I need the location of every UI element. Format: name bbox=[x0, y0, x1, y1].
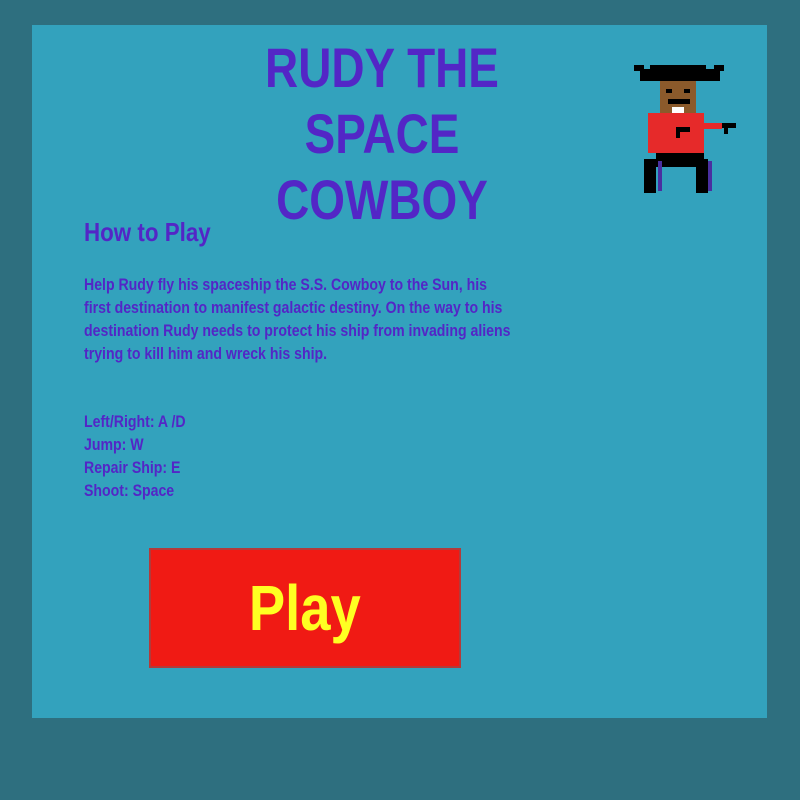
game-title-line-1: RUDY THE SPACE bbox=[265, 36, 499, 165]
control-shoot: Shoot: Space bbox=[84, 481, 175, 500]
controls-list: Left/Right: A /D Jump: W Repair Ship: E … bbox=[84, 410, 186, 502]
game-title: RUDY THE SPACE COWBOY bbox=[218, 35, 546, 233]
menu-panel: RUDY THE SPACE COWBOY How to Play Help R… bbox=[32, 25, 767, 718]
how-to-play-description: Help Rudy fly his spaceship the S.S. Cow… bbox=[84, 275, 511, 363]
play-button[interactable]: Play bbox=[149, 548, 461, 668]
control-repair: Repair Ship: E bbox=[84, 458, 181, 477]
cowboy-sprite-icon bbox=[634, 65, 736, 193]
how-to-play-heading: How to Play bbox=[84, 217, 211, 247]
game-title-line-2: COWBOY bbox=[276, 168, 488, 231]
control-move: Left/Right: A /D bbox=[84, 412, 186, 431]
control-jump: Jump: W bbox=[84, 435, 144, 454]
play-button-label: Play bbox=[249, 572, 361, 644]
